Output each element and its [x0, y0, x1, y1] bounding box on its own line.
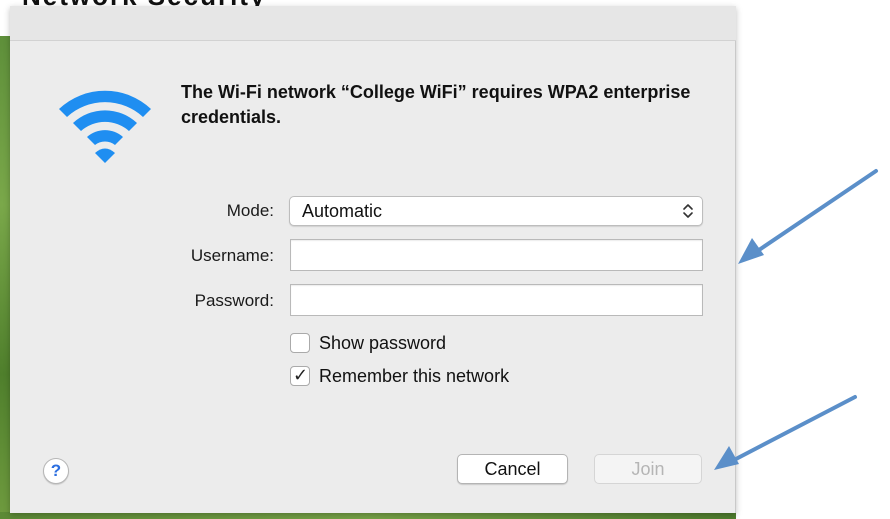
dialog-message: The Wi-Fi network “College WiFi” require…: [181, 82, 691, 127]
wifi-icon: [59, 90, 151, 163]
mode-select[interactable]: Automatic: [289, 196, 703, 226]
remember-network-label: Remember this network: [319, 365, 510, 386]
help-button[interactable]: ?: [43, 458, 69, 484]
chevron-updown-icon: [683, 204, 693, 218]
password-field[interactable]: [290, 284, 703, 316]
desktop-background-bottom: [0, 512, 736, 519]
dialog-top-bar: [10, 6, 736, 41]
remember-network-checkbox[interactable]: ✓: [290, 365, 310, 386]
cancel-button[interactable]: Cancel: [457, 454, 568, 484]
screenshot-stage: Network Security The Wi-Fi network “Coll…: [0, 0, 890, 519]
password-label: Password:: [194, 291, 274, 310]
checkmark-icon: ✓: [293, 365, 309, 385]
arrow-to-username-field: [738, 169, 878, 264]
mode-select-value: Automatic: [302, 201, 383, 221]
join-button[interactable]: Join: [594, 454, 702, 484]
wifi-credentials-dialog: The Wi-Fi network “College WiFi” require…: [10, 6, 736, 513]
show-password-option[interactable]: Show password: [290, 331, 446, 355]
show-password-label: Show password: [319, 332, 447, 353]
username-field[interactable]: [290, 239, 703, 271]
username-label: Username:: [190, 246, 274, 265]
remember-network-option[interactable]: ✓ Remember this network: [290, 364, 509, 388]
show-password-checkbox[interactable]: [290, 333, 310, 353]
mode-label: Mode:: [226, 201, 274, 220]
desktop-background-left: [0, 36, 10, 519]
